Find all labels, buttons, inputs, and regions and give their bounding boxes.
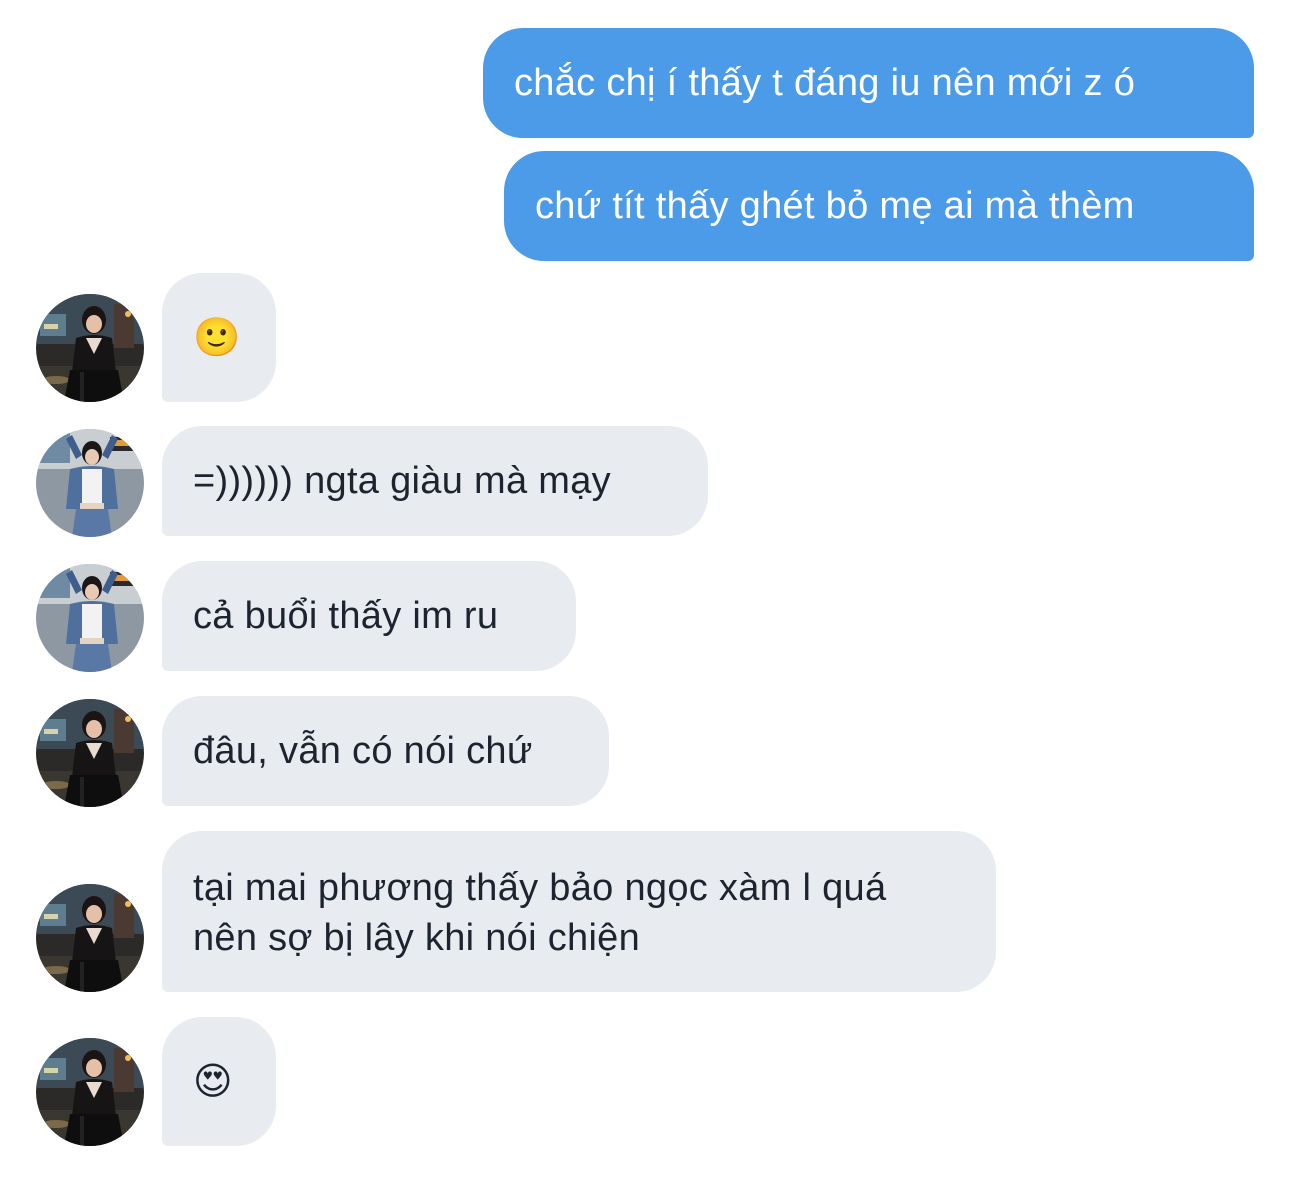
- avatar-night-photo[interactable]: [36, 1038, 144, 1146]
- avatar-night-photo[interactable]: [36, 884, 144, 992]
- avatar-night-photo[interactable]: [36, 699, 144, 807]
- incoming-message[interactable]: tại mai phương thấy bảo ngọc xàm l quá n…: [162, 831, 996, 992]
- heart-eyes-emoji: 😍: [193, 1060, 233, 1103]
- avatar-denim-jacket[interactable]: [36, 564, 144, 672]
- message-text: tại mai phương thấy bảo ngọc xàm l quá n…: [193, 867, 887, 959]
- incoming-message[interactable]: =)))))) ngta giàu mà mạy: [162, 426, 708, 536]
- incoming-message[interactable]: 😍: [162, 1017, 276, 1146]
- message-text: đâu, vẫn có nói chứ: [193, 730, 533, 772]
- message-text: chắc chị í thấy t đáng iu nên mới z ó: [514, 62, 1136, 104]
- message-text: cả buổi thấy im ru: [193, 595, 499, 637]
- outgoing-message[interactable]: chứ tít thấy ghét bỏ mẹ ai mà thèm: [504, 151, 1254, 261]
- message-text: chứ tít thấy ghét bỏ mẹ ai mà thèm: [535, 185, 1135, 227]
- incoming-message[interactable]: 🙂: [162, 273, 276, 402]
- incoming-message[interactable]: cả buổi thấy im ru: [162, 561, 576, 671]
- incoming-message[interactable]: đâu, vẫn có nói chứ: [162, 696, 609, 806]
- message-text: =)))))) ngta giàu mà mạy: [193, 460, 611, 502]
- avatar-night-photo[interactable]: [36, 294, 144, 402]
- outgoing-message[interactable]: chắc chị í thấy t đáng iu nên mới z ó: [483, 28, 1254, 138]
- avatar-denim-jacket[interactable]: [36, 429, 144, 537]
- slightly-smiling-face-emoji: 🙂: [193, 316, 241, 359]
